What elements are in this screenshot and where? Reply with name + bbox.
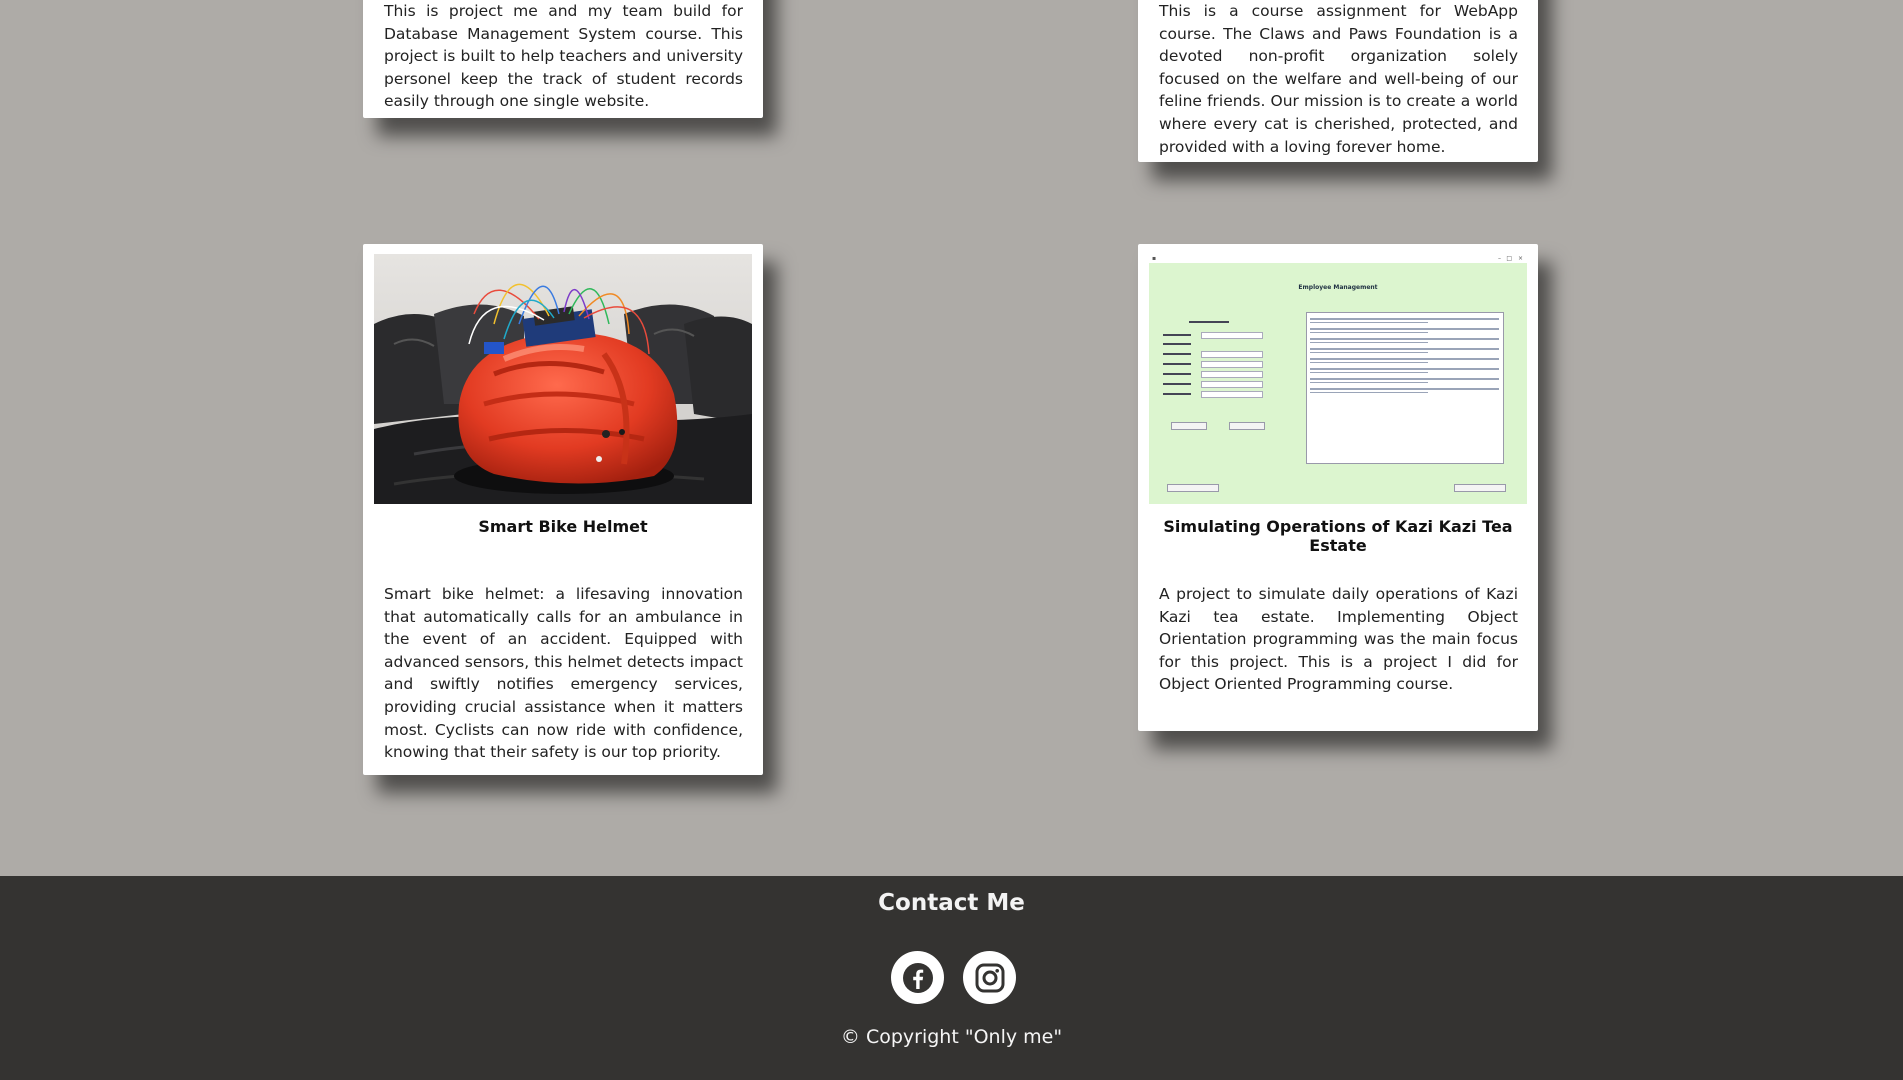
project-card-database: This is project me and my team build for… [363,0,763,118]
project-description: Smart bike helmet: a lifesaving innovati… [384,585,743,762]
app-window-icon: ▪ [1152,255,1157,262]
project-title: Simulating Operations of Kazi Kazi Tea E… [1163,517,1513,555]
project-description: This is a course assignment for WebApp c… [1159,2,1518,156]
app-screenshot: ▪ – □ × Employee Management [1149,254,1527,504]
page: This is project me and my team build for… [0,0,1903,1080]
app-titlebar: ▪ – □ × [1149,254,1527,263]
facebook-link[interactable] [891,951,944,1004]
helmet-photo [374,254,752,504]
footer: Contact Me © Copyright "Only me" [0,876,1903,1080]
maximize-icon: □ [1506,255,1512,262]
project-image-helmet [374,254,752,504]
project-card-helmet: Smart Bike Helmet Smart bike helmet: a l… [363,244,763,775]
project-card-tea-estate: ▪ – □ × Employee Management Simulating O… [1138,244,1538,731]
project-card-paws: This is a course assignment for WebApp c… [1138,0,1538,162]
project-description: A project to simulate daily operations o… [1159,585,1518,694]
instagram-icon [975,963,1004,992]
project-title: Smart Bike Helmet [478,517,648,536]
app-employee-list [1306,312,1504,464]
copyright-text: © Copyright "Only me" [840,1026,1063,1048]
minimize-icon: – [1498,255,1501,262]
project-image-tea-estate: ▪ – □ × Employee Management [1149,254,1527,504]
facebook-icon [902,962,933,993]
project-description: This is project me and my team build for… [384,2,743,111]
close-icon: × [1517,255,1523,262]
app-title: Employee Management [1298,284,1378,291]
contact-heading: Contact Me [878,890,1025,916]
instagram-link[interactable] [963,951,1016,1004]
